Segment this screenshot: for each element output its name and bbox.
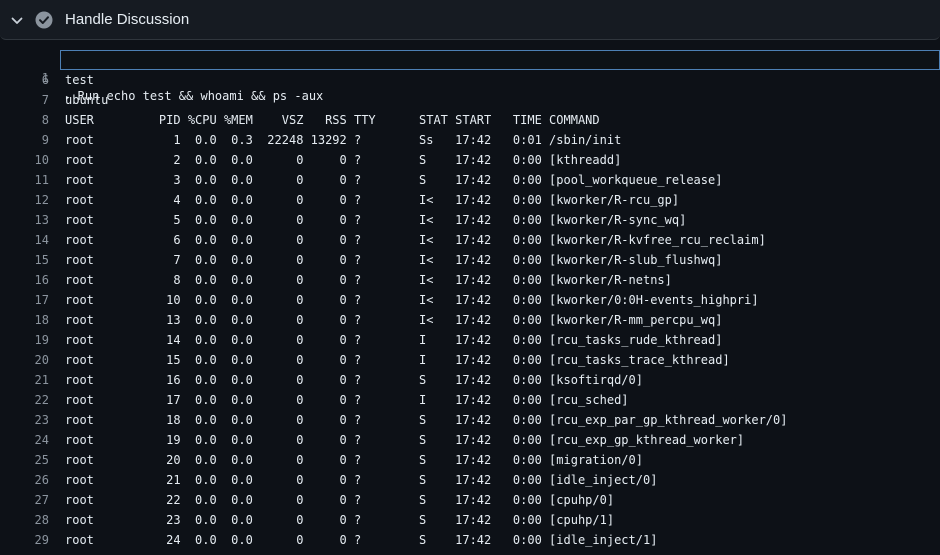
line-number[interactable]: 25 — [0, 450, 49, 470]
log-line-text: root 2 0.0 0.0 0 0 ? S 17:42 0:00 [kthre… — [65, 153, 622, 167]
line-number[interactable]: 8 — [0, 110, 49, 130]
log-line: 16 root 8 0.0 0.0 0 0 ? I< 17:42 0:00 [kw… — [0, 270, 940, 290]
line-number[interactable]: 21 — [0, 370, 49, 390]
log-line-text: USER PID %CPU %MEM VSZ RSS TTY STAT STAR… — [65, 113, 600, 127]
log-line-text: root 14 0.0 0.0 0 0 ? I 17:42 0:00 [rcu_… — [65, 333, 723, 347]
log-line: 26 root 21 0.0 0.0 0 0 ? S 17:42 0:00 [id… — [0, 470, 940, 490]
line-number[interactable]: 16 — [0, 270, 49, 290]
log-line-text: root 24 0.0 0.0 0 0 ? S 17:42 0:00 [idle… — [65, 533, 658, 547]
log-line-text: root 7 0.0 0.0 0 0 ? I< 17:42 0:00 [kwor… — [65, 253, 723, 267]
log-line-text: root 13 0.0 0.0 0 0 ? I< 17:42 0:00 [kwo… — [65, 313, 723, 327]
line-number[interactable]: 13 — [0, 210, 49, 230]
log-line-text: root 18 0.0 0.0 0 0 ? S 17:42 0:00 [rcu_… — [65, 413, 788, 427]
log-line-text: root 3 0.0 0.0 0 0 ? S 17:42 0:00 [pool_… — [65, 173, 723, 187]
log-line: 24 root 19 0.0 0.0 0 0 ? S 17:42 0:00 [rc… — [0, 430, 940, 450]
chevron-down-icon[interactable] — [10, 14, 24, 28]
log-line-text: root 15 0.0 0.0 0 0 ? I 17:42 0:00 [rcu_… — [65, 353, 730, 367]
step-header[interactable]: Handle Discussion — [0, 0, 940, 40]
log-line: 27 root 22 0.0 0.0 0 0 ? S 17:42 0:00 [cp… — [0, 490, 940, 510]
log-line-text: root 5 0.0 0.0 0 0 ? I< 17:42 0:00 [kwor… — [65, 213, 687, 227]
line-number[interactable]: 14 — [0, 230, 49, 250]
log-line: 10 root 2 0.0 0.0 0 0 ? S 17:42 0:00 [kth… — [0, 150, 940, 170]
log-line-text: root 8 0.0 0.0 0 0 ? I< 17:42 0:00 [kwor… — [65, 273, 672, 287]
log-line: 29 root 24 0.0 0.0 0 0 ? S 17:42 0:00 [id… — [0, 530, 940, 550]
log-line-text: root 21 0.0 0.0 0 0 ? S 17:42 0:00 [idle… — [65, 473, 658, 487]
log-line: 8 USER PID %CPU %MEM VSZ RSS TTY STAT STA… — [0, 110, 940, 130]
log-line: 25 root 20 0.0 0.0 0 0 ? S 17:42 0:00 [mi… — [0, 450, 940, 470]
line-number[interactable]: 17 — [0, 290, 49, 310]
log-line: 18 root 13 0.0 0.0 0 0 ? I< 17:42 0:00 [k… — [0, 310, 940, 330]
log-line-text: root 20 0.0 0.0 0 0 ? S 17:42 0:00 [migr… — [65, 453, 643, 467]
log-line: 20 root 15 0.0 0.0 0 0 ? I 17:42 0:00 [rc… — [0, 350, 940, 370]
log-line-text: root 10 0.0 0.0 0 0 ? I< 17:42 0:00 [kwo… — [65, 293, 759, 307]
log-line-text: root 6 0.0 0.0 0 0 ? I< 17:42 0:00 [kwor… — [65, 233, 766, 247]
line-number[interactable]: 27 — [0, 490, 49, 510]
line-number[interactable]: 23 — [0, 410, 49, 430]
log-line-text: ubuntu — [65, 93, 109, 107]
line-number[interactable]: 6 — [0, 70, 49, 90]
line-number[interactable]: 10 — [0, 150, 49, 170]
line-number[interactable]: 7 — [0, 90, 49, 110]
line-number[interactable]: 24 — [0, 430, 49, 450]
log-line: 22 root 17 0.0 0.0 0 0 ? I 17:42 0:00 [rc… — [0, 390, 940, 410]
line-number[interactable]: 12 — [0, 190, 49, 210]
log-output: 1 ▸ Run echo test && whoami && ps -aux 6… — [0, 50, 940, 550]
line-number[interactable]: 19 — [0, 330, 49, 350]
log-line-text: test — [65, 73, 94, 87]
log-line: 13 root 5 0.0 0.0 0 0 ? I< 17:42 0:00 [kw… — [0, 210, 940, 230]
line-number[interactable]: 26 — [0, 470, 49, 490]
log-line-text: root 23 0.0 0.0 0 0 ? S 17:42 0:00 [cpuh… — [65, 513, 615, 527]
log-line: 21 root 16 0.0 0.0 0 0 ? S 17:42 0:00 [ks… — [0, 370, 940, 390]
log-line: 17 root 10 0.0 0.0 0 0 ? I< 17:42 0:00 [k… — [0, 290, 940, 310]
step-title: Handle Discussion — [65, 11, 190, 28]
log-line: 9 root 1 0.0 0.3 22248 13292 ? Ss 17:42 0… — [0, 130, 940, 150]
line-number[interactable]: 9 — [0, 130, 49, 150]
line-number[interactable]: 11 — [0, 170, 49, 190]
line-number[interactable]: 28 — [0, 510, 49, 530]
line-number[interactable]: 18 — [0, 310, 49, 330]
log-line: 19 root 14 0.0 0.0 0 0 ? I 17:42 0:00 [rc… — [0, 330, 940, 350]
line-number[interactable]: 20 — [0, 350, 49, 370]
log-line: 11 root 3 0.0 0.0 0 0 ? S 17:42 0:00 [poo… — [0, 170, 940, 190]
log-line: 15 root 7 0.0 0.0 0 0 ? I< 17:42 0:00 [kw… — [0, 250, 940, 270]
log-line-text: root 17 0.0 0.0 0 0 ? I 17:42 0:00 [rcu_… — [65, 393, 629, 407]
log-lines: 6 test 7 ubuntu 8 USER PID %CPU %MEM VSZ RSS … — [0, 70, 940, 550]
log-line-text: root 4 0.0 0.0 0 0 ? I< 17:42 0:00 [kwor… — [65, 193, 680, 207]
log-line-text: root 1 0.0 0.3 22248 13292 ? Ss 17:42 0:… — [65, 133, 622, 147]
log-command-line[interactable]: 1 ▸ Run echo test && whoami && ps -aux — [42, 50, 940, 103]
log-line-text: root 16 0.0 0.0 0 0 ? S 17:42 0:00 [ksof… — [65, 373, 643, 387]
line-number[interactable]: 29 — [0, 530, 49, 550]
line-number[interactable]: 15 — [0, 250, 49, 270]
log-line-text: root 19 0.0 0.0 0 0 ? S 17:42 0:00 [rcu_… — [65, 433, 745, 447]
log-line: 23 root 18 0.0 0.0 0 0 ? S 17:42 0:00 [rc… — [0, 410, 940, 430]
log-line: 7 ubuntu — [0, 90, 940, 110]
log-line: 14 root 6 0.0 0.0 0 0 ? I< 17:42 0:00 [kw… — [0, 230, 940, 250]
log-line: 12 root 4 0.0 0.0 0 0 ? I< 17:42 0:00 [kw… — [0, 190, 940, 210]
log-line: 6 test — [0, 70, 940, 90]
log-line-text: root 22 0.0 0.0 0 0 ? S 17:42 0:00 [cpuh… — [65, 493, 615, 507]
check-circle-icon — [35, 11, 53, 29]
log-line: 28 root 23 0.0 0.0 0 0 ? S 17:42 0:00 [cp… — [0, 510, 940, 530]
line-number[interactable]: 22 — [0, 390, 49, 410]
